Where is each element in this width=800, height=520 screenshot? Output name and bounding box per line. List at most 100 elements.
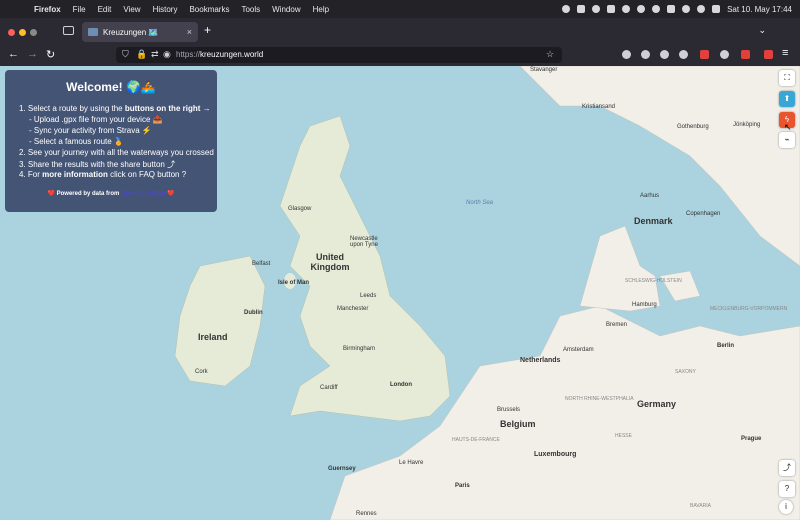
hamburger-menu-icon[interactable]: ≡	[782, 47, 788, 59]
city-label: Guernsey	[328, 466, 356, 472]
lock-icon[interactable]: 🔒	[136, 49, 147, 60]
mouse-cursor-icon: ↖	[784, 122, 792, 132]
city-label: Gothenburg	[677, 124, 709, 130]
menu-view[interactable]: View	[123, 5, 140, 14]
brave-icon[interactable]	[764, 50, 773, 59]
menu-bookmarks[interactable]: Bookmarks	[189, 5, 229, 14]
share-button[interactable]: ⤴	[779, 460, 795, 476]
city-label: Copenhagen	[686, 211, 721, 217]
status-icon-1[interactable]	[562, 5, 571, 13]
osm-link[interactable]: OpenStreetMap	[121, 191, 165, 197]
step-1-strava: - Sync your activity from Strava ⚡	[29, 126, 152, 135]
city-label: Cardiff	[320, 385, 338, 391]
zoom-window-button[interactable]	[30, 29, 37, 36]
new-tab-button[interactable]: +	[204, 23, 211, 37]
powered-text: ❤️ Powered by data from	[47, 191, 121, 197]
step-3: 3. Share the results with the share butt…	[19, 160, 176, 169]
bookmark-star-icon[interactable]: ☆	[546, 49, 554, 60]
chevron-down-icon[interactable]: ⌄	[758, 25, 766, 36]
powered-heart: ❤️	[165, 191, 175, 197]
spotlight-icon[interactable]	[697, 5, 706, 13]
region-label: SAXONY	[675, 369, 696, 375]
menu-history[interactable]: History	[153, 5, 178, 14]
city-label: Rennes	[356, 511, 377, 517]
city-label: Prague	[741, 436, 762, 442]
region-label: HAUTS-DE-FRANCE	[452, 437, 500, 443]
extension-icon-2[interactable]	[720, 50, 729, 59]
city-label: Isle of Man	[278, 280, 310, 286]
powered-by: ❤️ Powered by data from OpenStreetMap ❤️	[5, 190, 217, 197]
menu-help[interactable]: Help	[313, 5, 329, 14]
region-label: BAVARIA	[690, 503, 711, 509]
status-icon-4[interactable]	[607, 5, 616, 13]
location-icon[interactable]: ◉	[163, 49, 171, 60]
map-favicon-icon	[88, 28, 98, 36]
step-4: 4. For more information click on FAQ but…	[19, 170, 186, 179]
back-arrow-icon[interactable]: ←	[8, 48, 19, 60]
country-label: Luxembourg	[534, 451, 577, 458]
tab-kreuzungen[interactable]: Kreuzungen 🗺️ ×	[82, 22, 198, 42]
extension-icon-3[interactable]	[741, 50, 750, 59]
famous-route-button[interactable]: ⌁	[779, 132, 795, 148]
country-label: Ireland	[198, 332, 228, 342]
extension-icon-1[interactable]	[700, 50, 709, 59]
status-icon-5[interactable]	[622, 5, 631, 13]
battery-icon[interactable]	[667, 5, 676, 13]
country-label: Belgium	[500, 419, 536, 429]
tab-bar: Kreuzungen 🗺️ × + ⌄	[0, 18, 800, 44]
control-center-icon[interactable]	[712, 5, 721, 13]
faq-button[interactable]: ?	[779, 481, 795, 497]
forward-arrow-icon[interactable]: →	[27, 48, 38, 60]
step-1-famous: - Select a famous route 🏅	[29, 137, 124, 146]
bluetooth-icon[interactable]	[652, 5, 661, 13]
fullscreen-button[interactable]: ⛶	[779, 70, 795, 86]
close-window-button[interactable]	[8, 29, 15, 36]
menu-window[interactable]: Window	[272, 5, 300, 14]
region-label: NORTH RHINE-WESTPHALIA	[565, 396, 634, 402]
city-label: Paris	[455, 483, 470, 489]
downloads-icon[interactable]	[641, 50, 650, 59]
upload-gpx-button[interactable]: ⬆	[779, 91, 795, 107]
shield-icon[interactable]: ⛉	[122, 49, 129, 60]
step-4-text: 4. For	[19, 170, 43, 179]
reload-icon[interactable]: ↻	[46, 48, 55, 61]
region-label: SCHLESWIG-HOLSTEIN	[625, 278, 682, 284]
extensions-icon[interactable]	[679, 50, 688, 59]
welcome-title: Welcome! 🌍🚣	[66, 80, 156, 94]
country-label: Denmark	[634, 216, 673, 226]
region-label: MECKLENBURG-VORPOMMERN	[710, 306, 788, 312]
region-label: HESSE	[615, 433, 632, 439]
info-button[interactable]: i	[779, 500, 793, 514]
nav-bar: ← → ↻ ⛉ 🔒 ⇄ ◉ https://kreuzungen.world ☆…	[0, 44, 800, 66]
wifi-icon[interactable]	[682, 5, 691, 13]
menu-edit[interactable]: Edit	[98, 5, 112, 14]
city-label: Belfast	[252, 261, 271, 267]
step-1: 1. Select a route by using the buttons o…	[19, 104, 211, 113]
status-icon-2[interactable]	[577, 5, 586, 13]
city-label: Manchester	[337, 306, 369, 312]
tab-overview-icon[interactable]	[63, 26, 74, 35]
address-bar[interactable]: ⛉ 🔒 ⇄ ◉ https://kreuzungen.world ☆	[116, 47, 562, 63]
close-tab-icon[interactable]: ×	[187, 27, 192, 37]
minimize-window-button[interactable]	[19, 29, 26, 36]
url-text[interactable]: https://kreuzungen.world	[176, 50, 263, 59]
city-label: Jönköping	[733, 122, 761, 128]
step-1-bold: buttons on the right	[124, 104, 201, 113]
pocket-icon[interactable]	[622, 50, 631, 59]
city-label: Aarhus	[640, 193, 660, 199]
city-label: London	[390, 382, 412, 388]
account-icon[interactable]	[660, 50, 669, 59]
play-icon[interactable]	[637, 5, 646, 13]
city-label: Kristiansand	[582, 104, 616, 110]
menu-app-firefox[interactable]: Firefox	[34, 5, 61, 14]
city-label: Birmingham	[343, 346, 376, 352]
menu-tools[interactable]: Tools	[241, 5, 260, 14]
clock[interactable]: Sat 10. May 17:44	[727, 5, 792, 14]
city-label: Hamburg	[632, 302, 657, 308]
status-icon-3[interactable]	[592, 5, 601, 13]
city-label: Leeds	[360, 293, 377, 299]
permissions-icon[interactable]: ⇄	[151, 49, 159, 60]
url-host: kreuzungen.world	[200, 50, 264, 59]
city-label: Berlin	[717, 343, 735, 349]
menu-file[interactable]: File	[73, 5, 86, 14]
